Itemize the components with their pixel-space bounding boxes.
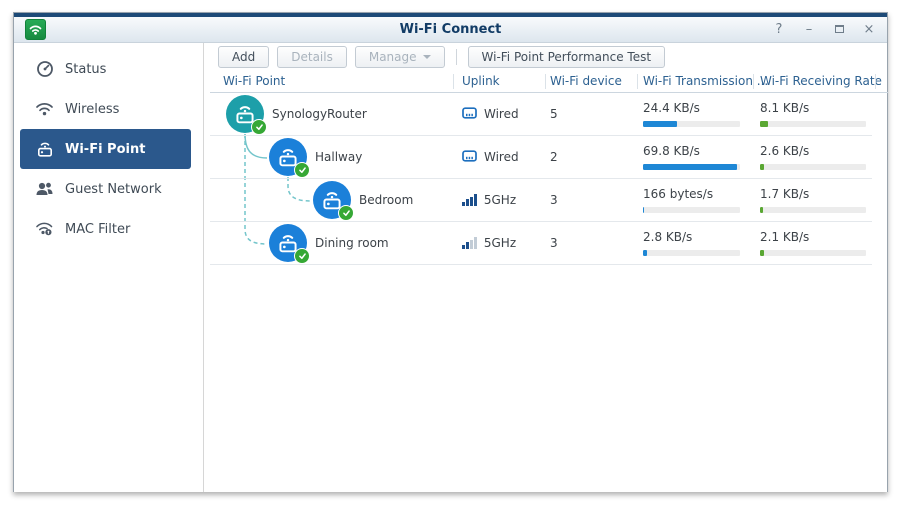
users-icon <box>35 180 54 199</box>
help-icon[interactable]: ? <box>771 22 787 38</box>
wifi-point-node[interactable] <box>226 95 267 135</box>
sidebar-item-wifi-point[interactable]: Wi-Fi Point <box>20 129 191 169</box>
wifi-point-name: Hallway <box>315 150 363 164</box>
uplink-label: Wired <box>484 150 519 164</box>
uplink-label: 5GHz <box>483 193 517 207</box>
transmission-bar <box>643 164 740 170</box>
device-count: 3 <box>550 193 558 207</box>
table-row[interactable]: Bedroom 5GHz 3 166 bytes/s 1.7 KB/s <box>210 179 872 222</box>
sidebar-item-label: MAC Filter <box>65 221 131 237</box>
window-title: Wi-Fi Connect <box>399 22 502 37</box>
wifi-point-node[interactable] <box>269 138 310 178</box>
toolbar: Add Details Manage Wi-Fi Point Performan… <box>218 46 666 68</box>
uplink-cell: Wired <box>462 93 519 135</box>
table-row[interactable]: SynologyRouter Wired 5 24.4 KB/s 8.1 KB/… <box>210 93 872 136</box>
sidebar-item-status[interactable]: Status <box>20 49 191 89</box>
uplink-label: 5GHz <box>483 236 517 250</box>
table-row[interactable]: Dining room 5GHz 3 2.8 KB/s 2.1 KB/s <box>210 222 872 265</box>
wifi-point-table: SynologyRouter Wired 5 24.4 KB/s 8.1 KB/… <box>210 93 872 265</box>
sidebar-item-label: Wireless <box>65 101 120 117</box>
transmission-rate: 2.8 KB/s <box>643 230 693 244</box>
wifi-point-node[interactable] <box>313 181 354 221</box>
caret-down-icon <box>422 55 431 59</box>
manage-button: Manage <box>354 46 445 68</box>
title-bar: Wi-Fi Connect ? – × <box>14 17 887 43</box>
add-button[interactable]: Add <box>218 46 270 68</box>
sidebar-item-label: Wi-Fi Point <box>65 141 146 157</box>
uplink-cell: Wired <box>462 136 519 178</box>
signal-bars-icon <box>462 194 477 206</box>
device-count: 2 <box>550 150 558 164</box>
transmission-bar <box>643 121 740 127</box>
device-count: 5 <box>550 107 558 121</box>
table-row[interactable]: Hallway Wired 2 69.8 KB/s 2.6 KB/s <box>210 136 872 179</box>
receiving-rate: 8.1 KB/s <box>760 101 810 115</box>
maximize-icon[interactable] <box>831 22 847 38</box>
column-separator <box>637 74 638 89</box>
column-separator <box>453 74 454 89</box>
check-badge-icon <box>251 119 267 135</box>
check-badge-icon <box>294 162 310 178</box>
transmission-bar <box>643 250 740 256</box>
window-controls: ? – × <box>771 17 877 43</box>
wifi-point-name: SynologyRouter <box>272 107 367 121</box>
minimize-icon[interactable]: – <box>801 22 817 38</box>
receiving-bar <box>760 250 866 256</box>
column-header-transmission[interactable]: Wi-Fi Transmission ... <box>643 74 768 88</box>
check-badge-icon <box>294 248 310 264</box>
column-separator <box>875 74 876 89</box>
wifi-point-name: Bedroom <box>359 193 414 207</box>
close-icon[interactable]: × <box>861 22 877 38</box>
sidebar-item-guest-network[interactable]: Guest Network <box>20 169 191 209</box>
uplink-label: Wired <box>484 107 519 121</box>
sidebar-item-label: Status <box>65 61 107 77</box>
wifi-lock-icon <box>35 220 54 239</box>
column-header-wifi-device[interactable]: Wi-Fi device <box>550 74 622 88</box>
transmission-rate: 24.4 KB/s <box>643 101 700 115</box>
table-header: Wi-Fi Point Uplink Wi-Fi device Wi-Fi Tr… <box>210 71 888 93</box>
ethernet-icon <box>462 149 477 165</box>
uplink-cell: 5GHz <box>462 179 516 221</box>
transmission-bar <box>643 207 740 213</box>
column-separator <box>545 74 546 89</box>
ethernet-icon <box>462 106 477 122</box>
column-header-wifi-point[interactable]: Wi-Fi Point <box>223 74 285 88</box>
check-badge-icon <box>338 205 354 221</box>
device-count: 3 <box>550 236 558 250</box>
main-panel: Add Details Manage Wi-Fi Point Performan… <box>204 43 888 492</box>
column-header-uplink[interactable]: Uplink <box>462 74 500 88</box>
sidebar-item-mac-filter[interactable]: MAC Filter <box>20 209 191 249</box>
receiving-rate: 2.6 KB/s <box>760 144 810 158</box>
receiving-rate: 2.1 KB/s <box>760 230 810 244</box>
transmission-rate: 69.8 KB/s <box>643 144 700 158</box>
uplink-cell: 5GHz <box>462 222 516 264</box>
sidebar-item-label: Guest Network <box>65 181 162 197</box>
sidebar-item-wireless[interactable]: Wireless <box>20 89 191 129</box>
sidebar: Status Wireless Wi-Fi Point Guest Networ… <box>14 43 204 492</box>
receiving-bar <box>760 164 866 170</box>
toolbar-separator <box>455 49 457 65</box>
wifi-icon <box>35 100 54 119</box>
wifi-point-node[interactable] <box>269 224 310 264</box>
transmission-rate: 166 bytes/s <box>643 187 714 201</box>
details-button: Details <box>277 46 347 68</box>
wifi-point-name: Dining room <box>315 236 389 250</box>
column-header-receiving[interactable]: Wi-Fi Receiving Rate <box>760 74 882 88</box>
receiving-bar <box>760 207 866 213</box>
wifi-point-icon <box>35 140 54 159</box>
app-window: Wi-Fi Connect ? – × Status Wireless Wi-F… <box>13 12 888 492</box>
column-separator <box>753 74 754 89</box>
receiving-rate: 1.7 KB/s <box>760 187 810 201</box>
receiving-bar <box>760 121 866 127</box>
performance-test-button[interactable]: Wi-Fi Point Performance Test <box>467 46 666 68</box>
gauge-icon <box>35 60 54 79</box>
signal-bars-icon <box>462 237 477 249</box>
